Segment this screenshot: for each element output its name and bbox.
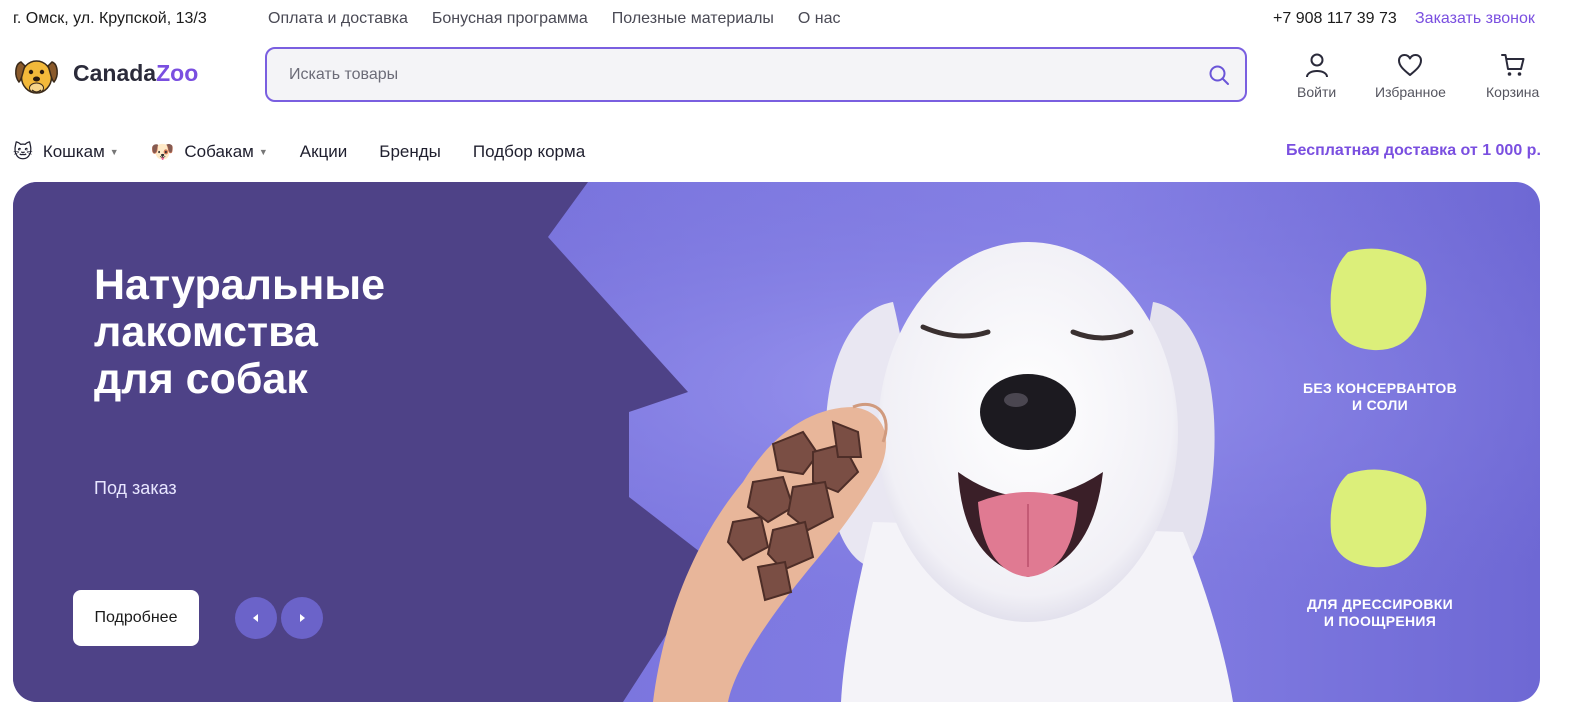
favorites-label: Избранное — [1375, 84, 1446, 100]
dog-icon: 🐶 — [150, 142, 175, 163]
search-input[interactable] — [289, 49, 1189, 100]
nav-cats[interactable]: 🐱 Кошкам ▼ — [13, 141, 119, 164]
user-icon — [1305, 53, 1328, 78]
banner-title-line-3: для собак — [94, 355, 308, 403]
login-button[interactable]: Войти — [1297, 52, 1336, 100]
nav-sales-label: Акции — [299, 142, 348, 161]
search-icon[interactable] — [1207, 63, 1231, 92]
arrow-left-icon — [253, 614, 258, 622]
badge-shape-2 — [1330, 469, 1427, 568]
callback-link[interactable]: Заказать звонок — [1415, 10, 1535, 28]
top-link-delivery[interactable]: Оплата и доставка — [268, 10, 408, 28]
nav-brands-label: Бренды — [379, 142, 441, 161]
badge-2-line-2: И ПООЩРЕНИЯ — [1323, 613, 1437, 629]
caret-down-icon: ▼ — [258, 147, 268, 157]
logo-text: CanadaZoo — [73, 60, 199, 86]
top-bar: г. Омск, ул. Крупской, 13/3 Оплата и дос… — [0, 0, 1574, 38]
dog-logo-icon — [15, 60, 58, 94]
favorites-button[interactable]: Избранное — [1375, 52, 1446, 100]
logo[interactable]: CanadaZoo — [13, 50, 198, 97]
prev-slide-button[interactable] — [235, 597, 277, 639]
top-link-about[interactable]: О нас — [798, 10, 841, 28]
badge-2-line-1: ДЛЯ ДРЕССИРОВКИ — [1307, 596, 1453, 612]
cat-icon: 🐱 — [13, 141, 33, 163]
nav-dogs-label: Собакам — [184, 142, 254, 161]
banner-title-line-2: лакомства — [94, 308, 318, 356]
banner-title: Натуральные лакомства для собак — [94, 262, 514, 403]
promo-banner[interactable]: Натуральные лакомства для собак Под зака… — [13, 182, 1540, 702]
nav-brands[interactable]: Бренды — [379, 142, 441, 162]
cart-label: Корзина — [1486, 84, 1540, 100]
top-link-bonus[interactable]: Бонусная программа — [432, 10, 588, 28]
nav-food-picker[interactable]: Подбор корма — [473, 142, 585, 162]
free-delivery-note: Бесплатная доставка от 1 000 р. — [1286, 142, 1541, 159]
caret-down-icon: ▼ — [109, 147, 119, 157]
cart-icon — [1500, 54, 1525, 76]
nav-food-picker-label: Подбор корма — [472, 142, 586, 161]
top-link-materials[interactable]: Полезные материалы — [612, 10, 774, 28]
nav-sales[interactable]: Акции — [300, 142, 348, 162]
nav-dogs[interactable]: 🐶 Собакам ▼ — [151, 140, 268, 164]
main-nav: 🐱 Кошкам ▼ 🐶 Собакам ▼ Акции Бренды Подб… — [13, 140, 617, 164]
details-button[interactable]: Подробнее — [73, 590, 199, 646]
banner-subtitle: Под заказ — [94, 478, 177, 498]
nav-cats-label: Кошкам — [42, 142, 105, 161]
login-label: Войти — [1297, 84, 1337, 100]
top-links: Оплата и доставка Бонусная программа Пол… — [268, 10, 841, 28]
badge-training: ДЛЯ ДРЕССИРОВКИ И ПООЩРЕНИЯ — [1280, 596, 1480, 630]
banner-title-line-1: Натуральные — [94, 261, 385, 309]
phone-number[interactable]: +7 908 117 39 73 — [1273, 10, 1397, 28]
badge-no-preservatives: БЕЗ КОНСЕРВАНТОВ И СОЛИ — [1280, 380, 1480, 414]
search-box — [265, 47, 1247, 102]
next-slide-button[interactable] — [281, 597, 323, 639]
arrow-right-icon — [300, 614, 305, 622]
badge-1-line-1: БЕЗ КОНСЕРВАНТОВ — [1302, 380, 1458, 396]
heart-icon — [1398, 54, 1423, 76]
badge-1-line-2: И СОЛИ — [1352, 397, 1408, 413]
store-address: г. Омск, ул. Крупской, 13/3 — [13, 10, 207, 27]
cart-button[interactable]: Корзина — [1486, 52, 1539, 100]
